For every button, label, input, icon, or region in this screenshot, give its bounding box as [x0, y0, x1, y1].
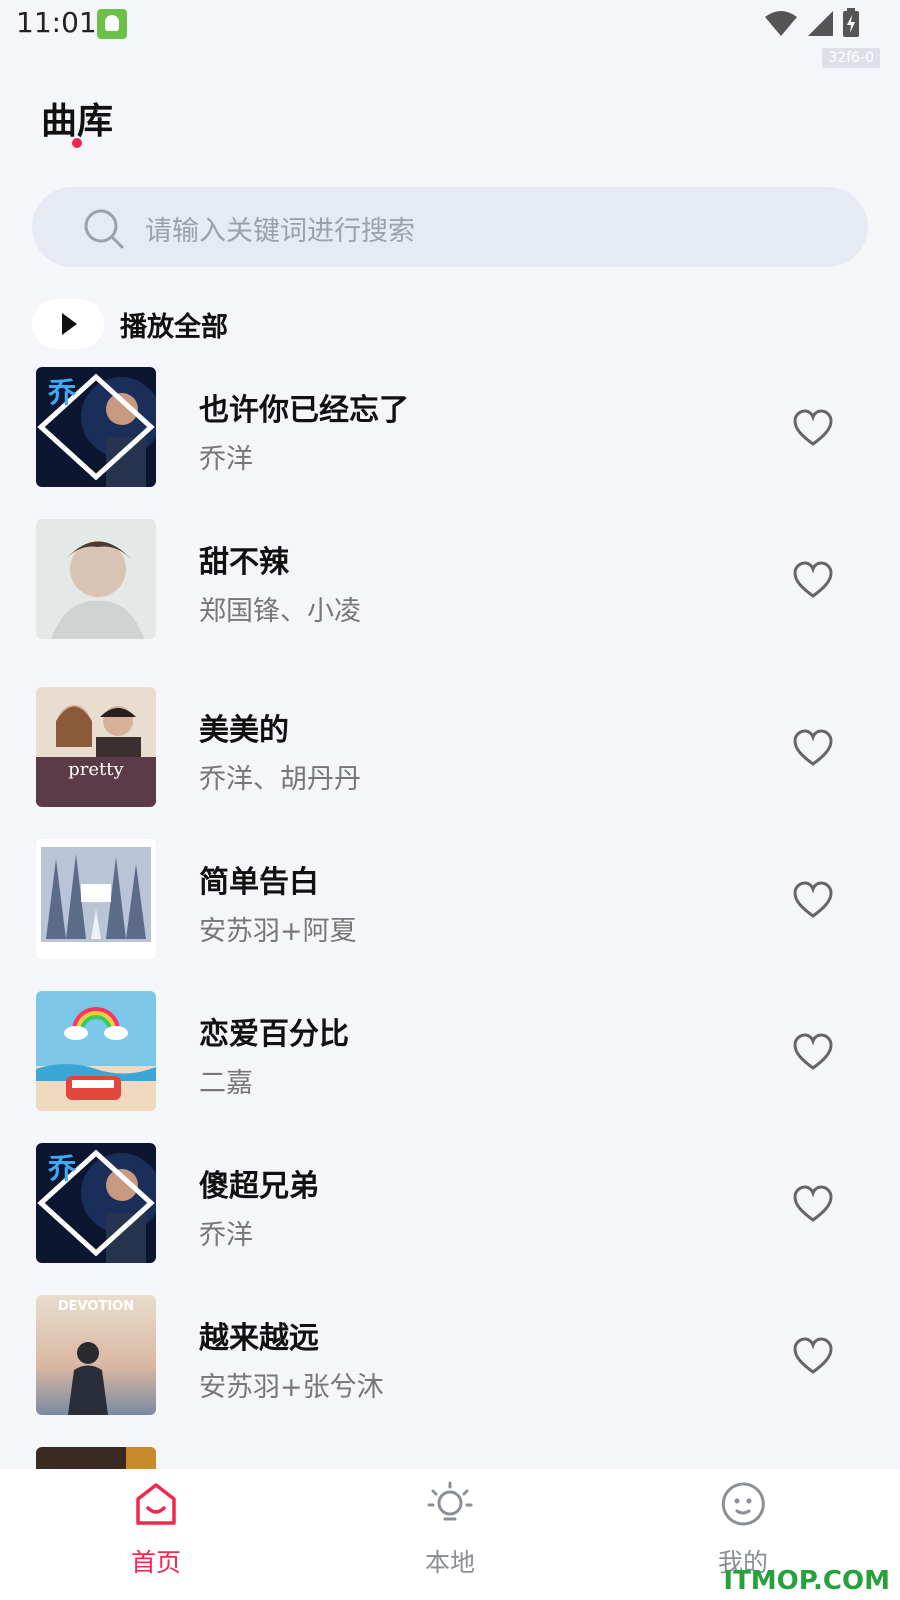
song-artist: 二嘉 — [199, 1068, 253, 1099]
signal-icon — [808, 11, 833, 36]
watermark: ITMOP.COM — [723, 1566, 890, 1596]
song-artist: 郑国锋、小凌 — [199, 596, 361, 627]
song-row[interactable]: pretty 美美的 乔洋、胡丹丹 — [0, 687, 900, 807]
song-title: 甜不辣 — [199, 545, 289, 580]
nav-item-home[interactable]: 首页 — [76, 1469, 236, 1600]
song-artist: 安苏羽+阿夏 — [199, 916, 357, 947]
bulb-icon — [427, 1481, 473, 1521]
search-input[interactable]: 请输入关键词进行搜索 — [32, 187, 868, 267]
song-row[interactable]: 乔 也许你已经忘了 乔洋 — [0, 367, 900, 487]
play-button[interactable] — [32, 299, 104, 349]
heart-icon[interactable] — [792, 1185, 834, 1223]
album-cover — [36, 519, 156, 639]
title-indicator-dot — [72, 138, 82, 148]
song-artist: 乔洋 — [199, 1220, 253, 1251]
wifi-icon — [765, 11, 797, 36]
album-cover — [36, 1447, 156, 1469]
song-title: 美美的 — [199, 713, 289, 748]
svg-text:乔: 乔 — [47, 376, 77, 409]
status-time: 11:01 — [16, 6, 97, 39]
heart-icon[interactable] — [792, 561, 834, 599]
bottom-nav: 首页 本地 我的 ITMOP.COM — [0, 1469, 900, 1600]
song-artist: 安苏羽+张兮沐 — [199, 1372, 384, 1403]
play-all-label: 播放全部 — [120, 311, 228, 343]
album-cover: DEVOTION — [36, 1295, 156, 1415]
song-title: 简单告白 — [199, 865, 319, 900]
app-notification-icon — [97, 9, 127, 39]
heart-icon[interactable] — [792, 729, 834, 767]
play-all-button[interactable]: 播放全部 — [32, 299, 228, 349]
status-icons — [764, 8, 860, 38]
song-row[interactable]: 乔 傻超兄弟 乔洋 — [0, 1143, 900, 1263]
song-title: 恋爱百分比 — [199, 1017, 349, 1052]
album-cover — [36, 839, 156, 959]
nav-label: 本地 — [424, 1548, 475, 1577]
search-placeholder: 请输入关键词进行搜索 — [145, 216, 415, 247]
album-cover: pretty — [36, 687, 156, 807]
cover-text: pretty — [68, 759, 124, 780]
heart-icon[interactable] — [792, 1033, 834, 1071]
song-title: 也许你已经忘了 — [199, 393, 409, 428]
album-cover: 乔 — [36, 1143, 156, 1263]
face-icon — [721, 1482, 765, 1526]
heart-icon[interactable] — [792, 881, 834, 919]
battery-icon — [843, 8, 859, 37]
svg-text:乔: 乔 — [47, 1152, 77, 1185]
song-row-partial[interactable] — [0, 1447, 900, 1469]
song-title: 傻超兄弟 — [199, 1169, 319, 1204]
cover-text: DEVOTION — [57, 1299, 135, 1314]
song-artist: 乔洋、胡丹丹 — [199, 764, 361, 795]
heart-icon[interactable] — [792, 409, 834, 447]
status-bar: 11:01 32f6-0 — [0, 0, 900, 68]
search-icon — [84, 209, 124, 249]
nav-item-local[interactable]: 本地 — [370, 1469, 530, 1600]
album-cover: 乔 — [36, 367, 156, 487]
song-artist: 乔洋 — [199, 444, 253, 475]
heart-icon[interactable] — [792, 1337, 834, 1375]
build-tag: 32f6-0 — [822, 48, 880, 68]
nav-label: 首页 — [130, 1548, 181, 1577]
song-row[interactable]: 简单告白 安苏羽+阿夏 — [0, 839, 900, 959]
song-row[interactable]: 甜不辣 郑国锋、小凌 — [0, 519, 900, 639]
song-title: 越来越远 — [199, 1321, 319, 1356]
home-icon — [136, 1483, 176, 1525]
song-row[interactable]: DEVOTION 越来越远 安苏羽+张兮沐 — [0, 1295, 900, 1415]
page-title: 曲库 — [41, 101, 114, 142]
song-row[interactable]: 恋爱百分比 二嘉 — [0, 991, 900, 1111]
play-icon — [62, 313, 77, 335]
album-cover — [36, 991, 156, 1111]
